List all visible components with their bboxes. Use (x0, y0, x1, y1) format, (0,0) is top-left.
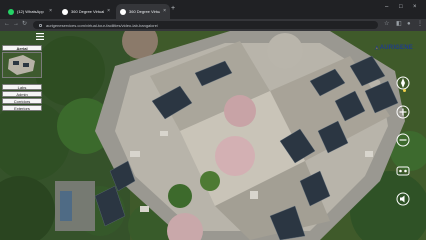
zoom-out-icon[interactable] (396, 133, 410, 147)
profile-icon[interactable]: ● (407, 21, 411, 27)
maximize-icon[interactable]: □ (399, 4, 403, 10)
close-icon[interactable]: × (49, 9, 52, 14)
virtual-tour-viewport[interactable]: Aerial Labs Admin Corridors Exteriors AU… (0, 31, 426, 240)
logo-text: AURIGENE (379, 44, 413, 51)
back-icon[interactable]: ← (4, 21, 10, 27)
tab-virtual-tour-2[interactable]: 360 Degree Virtual Tour & Aerial × (116, 4, 170, 19)
forward-icon[interactable]: → (13, 21, 19, 27)
aerial-button[interactable]: Aerial (2, 45, 42, 51)
more-menu-icon[interactable]: ⋮ (417, 21, 423, 27)
aerial-panorama-image[interactable] (0, 31, 426, 240)
reload-icon[interactable]: ↻ (22, 21, 27, 27)
aerial-thumbnail-image (3, 53, 41, 77)
corridors-button[interactable]: Corridors (2, 98, 42, 104)
aerial-thumbnail[interactable] (2, 52, 42, 78)
exteriors-button[interactable]: Exteriors (2, 105, 42, 111)
minimize-icon[interactable]: – (385, 4, 388, 10)
hamburger-menu-icon[interactable] (36, 33, 44, 40)
close-window-icon[interactable]: × (413, 4, 417, 10)
new-tab-icon[interactable]: + (171, 5, 175, 12)
tab-title: 360 Degree Virtual Tour & Aerial (129, 9, 160, 14)
tab-title: 360 Degree Virtual Tour & Aerial (71, 9, 105, 14)
vr-icon[interactable] (396, 164, 410, 178)
compass-north-marker (403, 89, 406, 92)
star-icon[interactable]: ☆ (384, 21, 389, 27)
aurigene-logo-mark-icon (375, 45, 379, 50)
tab-title: (12) WhatsApp (17, 9, 44, 14)
browser-toolbar: ← → ↻ aurigeneservices.com/virtual-tour-… (0, 19, 426, 31)
browser-titlebar: (12) WhatsApp × 360 Degree Virtual Tour … (0, 0, 426, 19)
address-url: aurigeneservices.com/virtual-tour-facili… (46, 22, 159, 28)
zoom-in-icon[interactable] (396, 105, 410, 119)
sound-icon[interactable] (396, 192, 410, 206)
close-icon[interactable]: × (107, 9, 110, 14)
site-favicon-icon (62, 8, 68, 15)
tour-navigation-panel: Aerial Labs Admin Corridors Exteriors (2, 45, 43, 112)
whatsapp-icon (8, 8, 14, 15)
tab-whatsapp[interactable]: (12) WhatsApp × (4, 4, 56, 19)
lock-icon (39, 23, 42, 27)
close-icon[interactable]: × (163, 9, 166, 14)
tab-virtual-tour-1[interactable]: 360 Degree Virtual Tour & Aerial × (58, 4, 114, 19)
aurigene-logo: AURIGENE (375, 42, 413, 53)
site-favicon-icon (120, 8, 126, 15)
compass-icon[interactable] (396, 76, 410, 90)
address-bar[interactable]: aurigeneservices.com/virtual-tour-facili… (33, 21, 378, 29)
extensions-icon[interactable]: ◧ (396, 21, 402, 27)
admin-button[interactable]: Admin (2, 91, 42, 97)
labs-button[interactable]: Labs (2, 84, 42, 90)
